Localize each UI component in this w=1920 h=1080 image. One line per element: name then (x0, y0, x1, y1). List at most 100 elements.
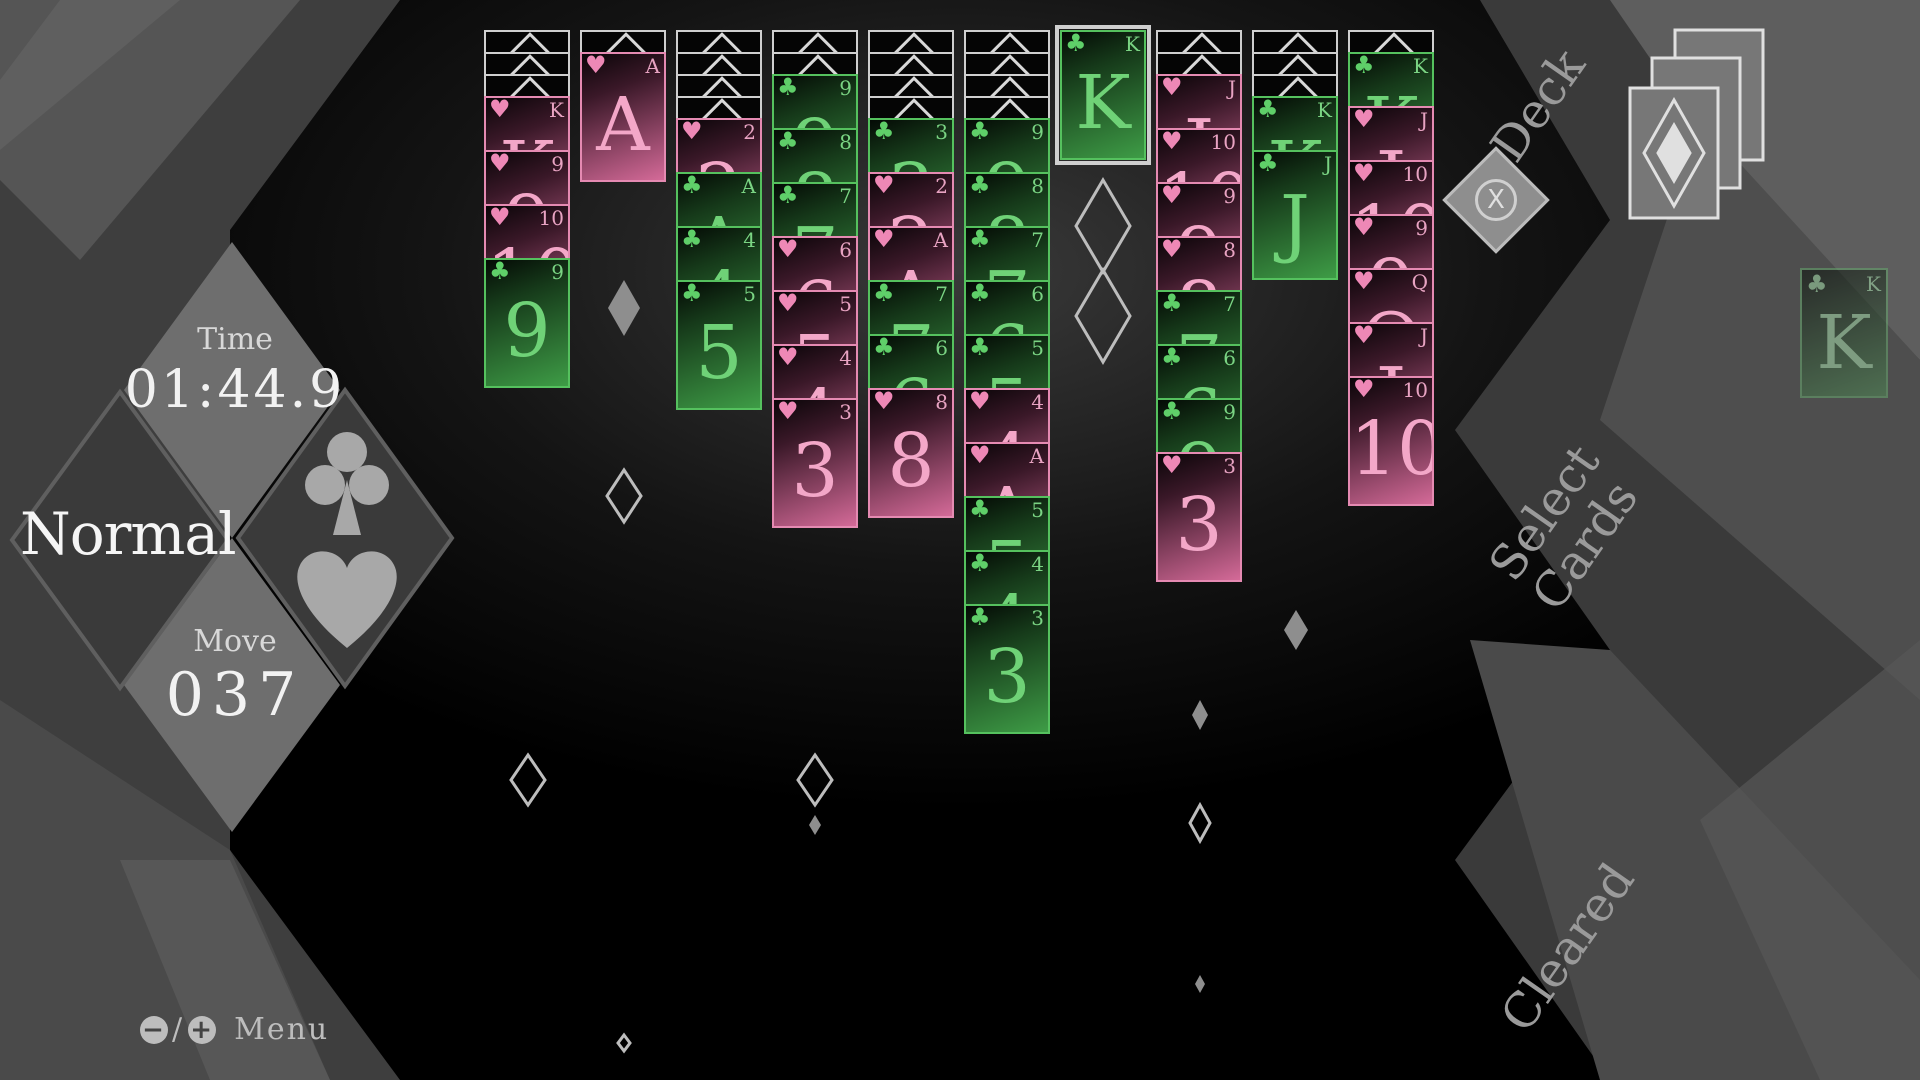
card-rank-small: 6 (935, 336, 948, 360)
card-rank-small: J (1419, 324, 1428, 348)
heart-suit-icon: ♥ (1353, 268, 1375, 295)
heart-suit-icon: ♥ (1353, 160, 1375, 187)
club-suit-icon: ♣ (969, 334, 991, 361)
card-rank-small: 10 (1210, 130, 1236, 154)
heart-suit-icon: ♥ (489, 96, 511, 123)
card-rank: A (596, 82, 650, 168)
card-rank-small: K (1317, 98, 1332, 122)
club-suit-icon: ♣ (1161, 344, 1183, 371)
club-suit-icon: ♣ (681, 280, 703, 307)
club-suit-icon: ♣ (681, 172, 703, 199)
card-rank-small: 9 (551, 260, 564, 284)
card-rank-small: 9 (1415, 216, 1428, 240)
card-rank-small: 8 (839, 130, 852, 154)
club-suit-icon: ♣ (1257, 96, 1279, 123)
heart-suit-icon: ♥ (585, 52, 607, 79)
card-rank-small: J (1419, 108, 1428, 132)
club-suit-icon: ♣ (681, 226, 703, 253)
club-suit-icon: ♣ (873, 334, 895, 361)
card-rank: J (1280, 180, 1310, 266)
card-rank-small: 5 (743, 282, 756, 306)
card-j-club[interactable]: ♣ J J (1252, 150, 1338, 280)
card-rank-small: 6 (839, 238, 852, 262)
club-suit-icon: ♣ (873, 118, 895, 145)
card-rank-small: 8 (1223, 238, 1236, 262)
card-rank-small: A (1029, 444, 1044, 468)
heart-suit-icon: ♥ (1161, 74, 1183, 101)
card-3-club[interactable]: ♣ 33 (964, 604, 1050, 734)
card-5-club[interactable]: ♣ 55 (676, 280, 762, 410)
card-rank-small: 7 (935, 282, 948, 306)
card-rank-small: 9 (551, 152, 564, 176)
tableau: ♥KK♥99♥1010♣99♥AA♥22♣AA♣44♣55♣99♣88♣77♥6… (0, 0, 1920, 1080)
card-rank-small: 10 (1402, 162, 1428, 186)
club-suit-icon: ♣ (969, 496, 991, 523)
card-rank-small: 6 (1031, 282, 1044, 306)
card-rank-small: 4 (1031, 390, 1044, 414)
card-rank: 3 (1175, 482, 1223, 568)
club-suit-icon: ♣ (1161, 398, 1183, 425)
heart-suit-icon: ♥ (1353, 214, 1375, 241)
card-rank-small: 5 (839, 292, 852, 316)
club-suit-icon: ♣ (969, 550, 991, 577)
club-suit-icon: ♣ (489, 258, 511, 285)
card-rank-small: K (1125, 32, 1140, 56)
heart-suit-icon: ♥ (1353, 106, 1375, 133)
card-rank-small: J (1227, 76, 1236, 100)
heart-suit-icon: ♥ (1161, 236, 1183, 263)
club-suit-icon: ♣ (777, 128, 799, 155)
club-suit-icon: ♣ (1161, 290, 1183, 317)
club-suit-icon: ♣ (969, 226, 991, 253)
heart-suit-icon: ♥ (777, 236, 799, 263)
card-rank-small: 10 (1402, 378, 1428, 402)
card-9-club[interactable]: ♣ 99 (484, 258, 570, 388)
card-rank-small: 4 (839, 346, 852, 370)
heart-suit-icon: ♥ (489, 150, 511, 177)
club-suit-icon: ♣ (969, 280, 991, 307)
card-rank-small: 6 (1223, 346, 1236, 370)
heart-suit-icon: ♥ (681, 118, 703, 145)
card-rank-small: 8 (1031, 174, 1044, 198)
card-rank-small: 7 (1223, 292, 1236, 316)
card-rank: K (1075, 60, 1131, 146)
card-k-club[interactable]: ♣ KK (1055, 25, 1151, 165)
card-rank-small: J (1323, 152, 1332, 176)
card-rank-small: 7 (839, 184, 852, 208)
club-suit-icon: ♣ (969, 118, 991, 145)
card-rank-small: Q (1411, 270, 1428, 294)
card-rank-small: 2 (743, 120, 756, 144)
card-3-heart[interactable]: ♥ 3 3 (1156, 452, 1242, 582)
card-8-heart[interactable]: ♥ 88 (868, 388, 954, 518)
club-suit-icon: ♣ (777, 182, 799, 209)
heart-suit-icon: ♥ (1353, 322, 1375, 349)
heart-suit-icon: ♥ (1161, 128, 1183, 155)
card-rank-small: 3 (935, 120, 948, 144)
card-rank-small: 9 (1031, 120, 1044, 144)
club-suit-icon: ♣ (969, 604, 991, 631)
card-rank-small: 3 (1223, 454, 1236, 478)
card-rank-small: A (741, 174, 756, 198)
club-suit-icon: ♣ (873, 280, 895, 307)
heart-suit-icon: ♥ (969, 442, 991, 469)
heart-suit-icon: ♥ (1353, 376, 1375, 403)
club-suit-icon: ♣ (1065, 30, 1087, 57)
heart-suit-icon: ♥ (969, 388, 991, 415)
card-rank-small: 7 (1031, 228, 1044, 252)
card-rank-small: K (1413, 54, 1428, 78)
card-rank-small: A (645, 54, 660, 78)
card-rank-small: 4 (1031, 552, 1044, 576)
club-suit-icon: ♣ (777, 74, 799, 101)
card-rank-small: K (549, 98, 564, 122)
card-3-heart[interactable]: ♥ 3 3 (772, 398, 858, 528)
heart-suit-icon: ♥ (777, 398, 799, 425)
card-rank-small: 9 (839, 76, 852, 100)
heart-suit-icon: ♥ (873, 172, 895, 199)
card-rank-small: 3 (1031, 606, 1044, 630)
card-rank-small: 4 (743, 228, 756, 252)
card-rank-small: A (933, 228, 948, 252)
card-a-heart[interactable]: ♥ AA (580, 52, 666, 182)
club-suit-icon: ♣ (969, 172, 991, 199)
card-rank: 10 (1350, 406, 1432, 492)
card-10-heart[interactable]: ♥ 10 10 (1348, 376, 1434, 506)
card-rank-small: 9 (1223, 400, 1236, 424)
